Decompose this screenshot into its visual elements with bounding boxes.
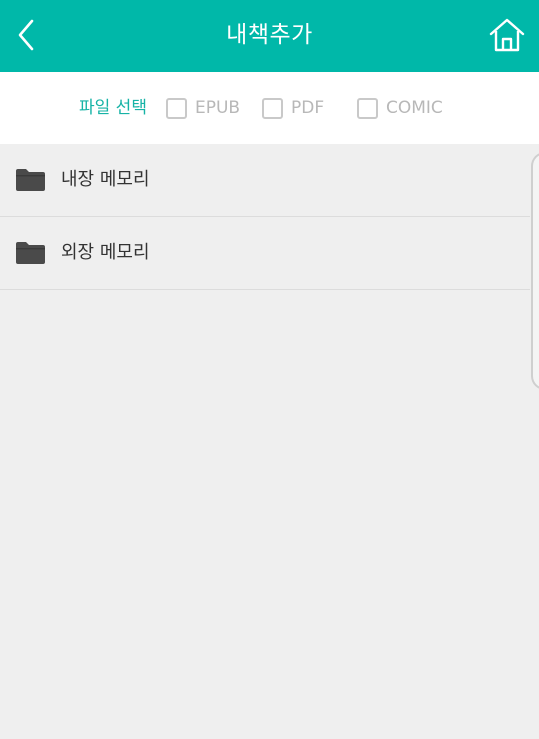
home-button[interactable] bbox=[485, 12, 529, 58]
back-button[interactable] bbox=[6, 12, 46, 58]
list-item-external-memory[interactable]: 외장 메모리 bbox=[0, 217, 530, 290]
file-select-label: 파일 선택 bbox=[79, 98, 147, 118]
storage-list: 내장 메모리 외장 메모리 bbox=[0, 144, 530, 290]
external-memory-label: 외장 메모리 bbox=[61, 242, 150, 263]
checkbox-square-icon bbox=[262, 97, 283, 119]
pdf-checkbox[interactable]: PDF bbox=[262, 72, 324, 144]
pdf-label: PDF bbox=[291, 98, 325, 118]
folder-icon bbox=[16, 242, 45, 264]
page-title: 내책추가 bbox=[226, 22, 313, 48]
comic-checkbox[interactable]: COMIC bbox=[357, 72, 443, 144]
app-header: 내책추가 bbox=[0, 0, 539, 72]
home-icon bbox=[489, 18, 525, 52]
edge-panel-handle[interactable] bbox=[531, 152, 539, 390]
checkbox-square-icon bbox=[166, 97, 187, 119]
folder-icon bbox=[16, 169, 45, 191]
epub-checkbox[interactable]: EPUB bbox=[166, 72, 240, 144]
internal-memory-label: 내장 메모리 bbox=[61, 169, 150, 190]
list-item-internal-memory[interactable]: 내장 메모리 bbox=[0, 144, 530, 217]
app-screen: 내책추가 파일 선택 EPUB PDF COMIC 내장 메모리 외장 메모리 bbox=[0, 0, 539, 739]
checkbox-square-icon bbox=[357, 97, 378, 119]
file-type-filter-bar: 파일 선택 EPUB PDF COMIC bbox=[0, 72, 539, 144]
epub-label: EPUB bbox=[195, 98, 241, 118]
comic-label: COMIC bbox=[386, 98, 443, 118]
chevron-left-icon bbox=[18, 19, 34, 51]
